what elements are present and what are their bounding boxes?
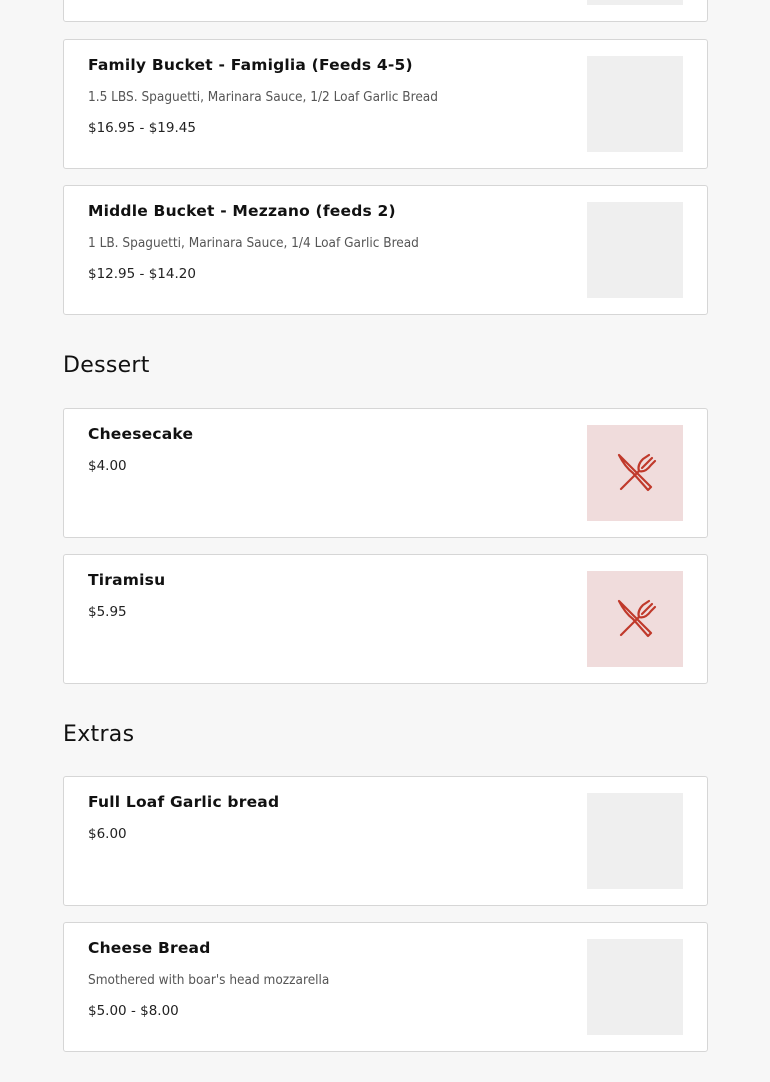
section-title-extras: Extras — [63, 722, 135, 747]
item-image — [587, 0, 683, 5]
item-name: Cheesecake — [88, 425, 194, 443]
item-price: $6.00 — [88, 826, 127, 842]
menu-column: Family Bucket - Famiglia (Feeds 4-5) 1.5… — [63, 0, 708, 1082]
item-name: Cheese Bread — [88, 939, 211, 957]
item-description: Smothered with boar's head mozzarella — [88, 972, 330, 988]
menu-item-card[interactable]: Family Bucket - Famiglia (Feeds 4-5) 1.5… — [63, 39, 708, 169]
item-image — [587, 202, 683, 298]
item-image — [587, 939, 683, 1035]
menu-item-card[interactable]: Cheese Bread Smothered with boar's head … — [63, 922, 708, 1052]
item-description: 1.5 LBS. Spaguetti, Marinara Sauce, 1/2 … — [88, 89, 438, 105]
section-title-dessert: Dessert — [63, 353, 150, 378]
utensils-icon — [617, 599, 657, 638]
item-name: Middle Bucket - Mezzano (feeds 2) — [88, 202, 396, 220]
item-description: 1 LB. Spaguetti, Marinara Sauce, 1/4 Loa… — [88, 235, 419, 251]
item-price: $12.95 - $14.20 — [88, 266, 196, 282]
item-image — [587, 56, 683, 152]
menu-item-card[interactable]: Full Loaf Garlic bread $6.00 — [63, 776, 708, 906]
item-image-placeholder — [587, 571, 683, 667]
item-name: Full Loaf Garlic bread — [88, 793, 280, 811]
item-price: $16.95 - $19.45 — [88, 120, 196, 136]
menu-item-card[interactable]: Middle Bucket - Mezzano (feeds 2) 1 LB. … — [63, 185, 708, 315]
item-price: $4.00 — [88, 458, 127, 474]
item-image — [587, 793, 683, 889]
item-name: Tiramisu — [88, 571, 166, 589]
menu-item-card[interactable]: Tiramisu $5.95 — [63, 554, 708, 684]
item-image-placeholder — [587, 425, 683, 521]
utensils-icon — [617, 453, 657, 492]
item-name: Family Bucket - Famiglia (Feeds 4-5) — [88, 56, 413, 74]
menu-item-card-partial[interactable] — [63, 0, 708, 22]
item-price: $5.95 — [88, 604, 127, 620]
menu-item-card[interactable]: Cheesecake $4.00 — [63, 408, 708, 538]
item-price: $5.00 - $8.00 — [88, 1003, 179, 1019]
